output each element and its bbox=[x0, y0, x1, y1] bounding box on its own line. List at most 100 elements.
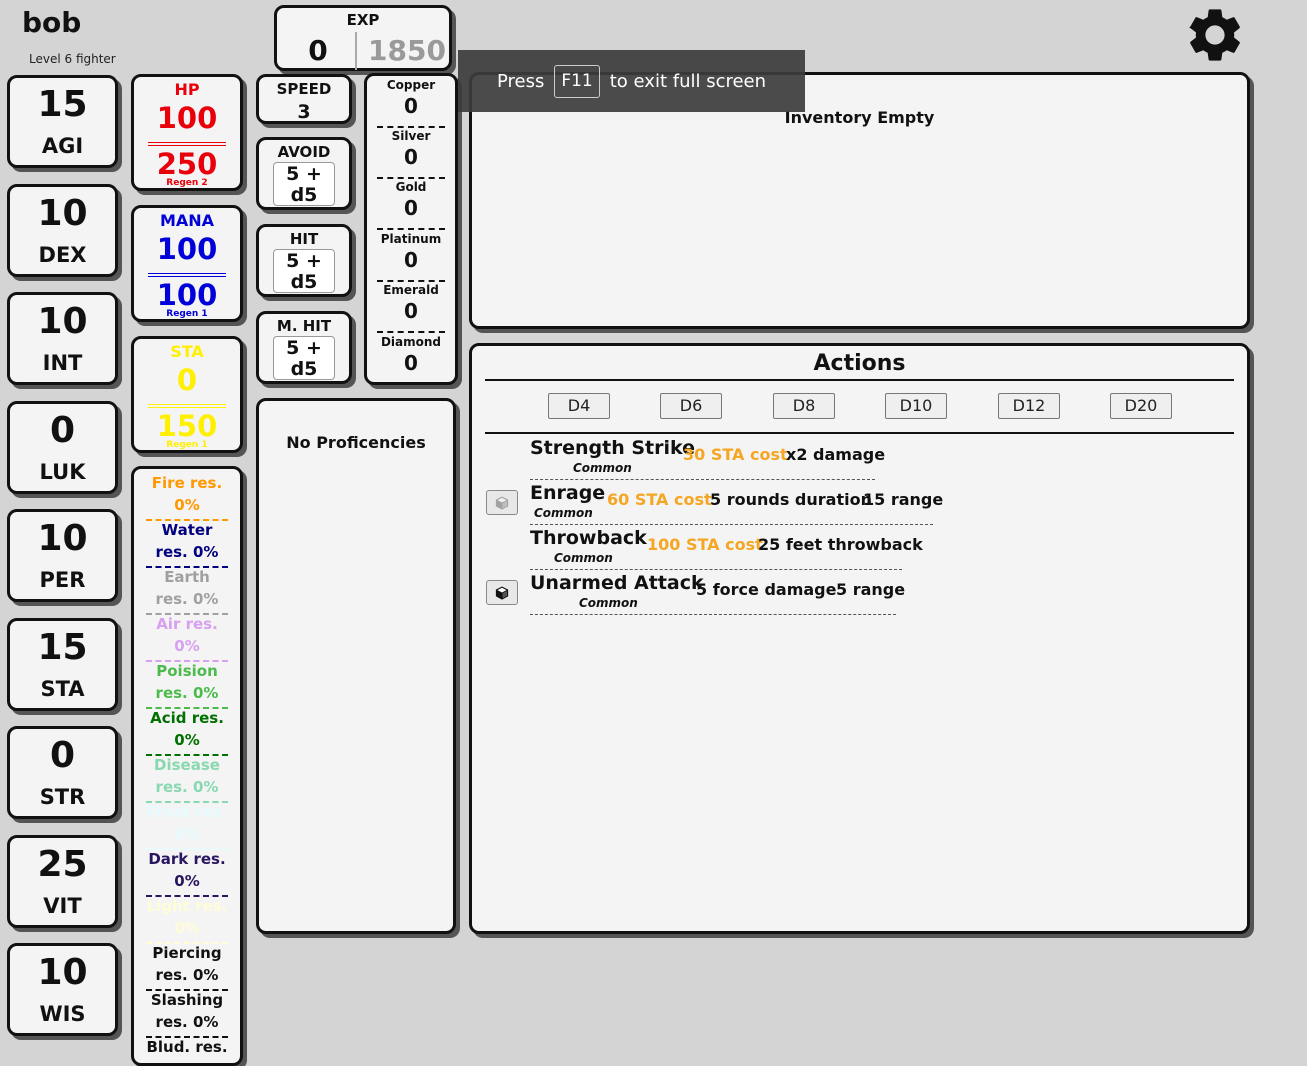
stat-sta[interactable]: 15 STA bbox=[7, 618, 118, 711]
mana-divider bbox=[148, 276, 226, 277]
action-throwback[interactable]: Throwback Common 100 STA cost 25 feet th… bbox=[530, 527, 923, 570]
currency-value: 0 bbox=[404, 145, 418, 169]
action-strength-strike[interactable]: Strength Strike Common 30 STA cost x2 da… bbox=[530, 437, 885, 480]
currency-name: Platinum bbox=[380, 232, 442, 246]
resistance-bludgeoning: Blud. res. 0% bbox=[146, 1036, 228, 1063]
hit-label: HIT bbox=[289, 230, 319, 248]
hp-max: 250 bbox=[156, 147, 218, 181]
speed-panel: SPEED 3 bbox=[256, 74, 352, 124]
resistance-water: Water res. 0% bbox=[146, 519, 228, 568]
hp-label: HP bbox=[174, 80, 200, 99]
character-name: bob bbox=[22, 6, 82, 39]
settings-gear-icon[interactable] bbox=[1183, 3, 1247, 67]
resistance-light: Light res. 0% bbox=[146, 895, 228, 944]
sta-divider bbox=[148, 407, 226, 408]
mana-label: MANA bbox=[159, 211, 215, 230]
hp-current: 100 bbox=[156, 101, 218, 135]
dice-d12-button[interactable]: D12 bbox=[998, 393, 1060, 419]
action-rarity: Common bbox=[554, 551, 613, 565]
mana-divider bbox=[148, 273, 226, 274]
hp-divider bbox=[148, 145, 226, 146]
fullscreen-notice: Press F11 to exit full screen bbox=[458, 50, 805, 112]
currency-value: 0 bbox=[404, 248, 418, 272]
dice-cube-icon bbox=[495, 495, 509, 510]
dice-d4-button[interactable]: D4 bbox=[548, 393, 610, 419]
hit-roll-button[interactable]: 5 + d5 bbox=[273, 249, 335, 293]
resistance-dark: Dark res. 0% bbox=[146, 848, 228, 897]
currency-name: Copper bbox=[386, 78, 436, 92]
actions-title-rule bbox=[485, 379, 1234, 381]
stat-agi[interactable]: 15 AGI bbox=[7, 75, 118, 168]
dice-d10-button[interactable]: D10 bbox=[885, 393, 947, 419]
stat-value: 10 bbox=[37, 518, 88, 559]
stat-value: 0 bbox=[49, 735, 76, 776]
action-effect: 25 feet throwback bbox=[758, 535, 923, 554]
enrage-roll-button[interactable] bbox=[486, 490, 518, 515]
action-name: Throwback bbox=[530, 527, 647, 549]
stat-per[interactable]: 10 PER bbox=[7, 509, 118, 602]
dice-d8-button[interactable]: D8 bbox=[773, 393, 835, 419]
action-cost: 60 STA cost bbox=[607, 490, 712, 509]
currency-emerald: Emerald 0 bbox=[377, 281, 445, 333]
avoid-die: d5 bbox=[290, 184, 318, 206]
fullscreen-press: Press bbox=[496, 70, 545, 92]
mana-panel[interactable]: MANA 100 100 Regen 1 bbox=[131, 205, 243, 322]
action-rarity: Common bbox=[534, 506, 593, 520]
stat-label: INT bbox=[42, 351, 83, 375]
stat-int[interactable]: 10 INT bbox=[7, 292, 118, 385]
stat-label: LUK bbox=[39, 460, 86, 484]
stat-value: 25 bbox=[37, 844, 88, 885]
currency-name: Silver bbox=[391, 129, 431, 143]
stat-dex[interactable]: 10 DEX bbox=[7, 184, 118, 277]
mhit-roll-button[interactable]: 5 + d5 bbox=[273, 336, 335, 380]
stat-label: STR bbox=[39, 785, 86, 809]
actions-title: Actions bbox=[813, 351, 906, 376]
speed-label: SPEED bbox=[276, 80, 332, 98]
stat-value: 10 bbox=[37, 952, 88, 993]
sta-max: 150 bbox=[156, 409, 218, 443]
unarmed-attack-roll-button[interactable] bbox=[486, 580, 518, 605]
currency-name: Diamond bbox=[380, 335, 442, 349]
action-unarmed-attack[interactable]: Unarmed Attack Common 5 force damage 5 r… bbox=[530, 572, 905, 615]
resistance-slashing: Slashing res. 0% bbox=[146, 989, 228, 1038]
action-cost: 30 STA cost bbox=[683, 445, 788, 464]
exp-current: 0 bbox=[308, 34, 328, 67]
sta-divider bbox=[148, 404, 226, 405]
currency-value: 0 bbox=[404, 196, 418, 220]
hp-panel[interactable]: HP 100 250 Regen 2 bbox=[131, 74, 243, 191]
dice-rule bbox=[485, 432, 1234, 434]
mhit-panel: M. HIT 5 + d5 bbox=[256, 311, 352, 384]
currency-gold: Gold 0 bbox=[377, 178, 445, 230]
exp-divider bbox=[355, 32, 357, 70]
character-subtitle: Level 6 fighter bbox=[29, 52, 116, 66]
dice-d6-button[interactable]: D6 bbox=[660, 393, 722, 419]
stat-luk[interactable]: 0 LUK bbox=[7, 401, 118, 494]
speed-value: 3 bbox=[297, 101, 311, 123]
stat-label: VIT bbox=[43, 894, 82, 918]
currency-copper: Copper 0 bbox=[377, 76, 445, 128]
action-effect: 5 range bbox=[836, 580, 906, 599]
stat-value: 15 bbox=[37, 84, 88, 125]
resistances-panel: Fire res. 0% Water res. 0% Earth res. 0%… bbox=[131, 466, 243, 1066]
action-rarity: Common bbox=[573, 461, 632, 475]
stat-vit[interactable]: 25 VIT bbox=[7, 835, 118, 928]
stat-value: 0 bbox=[49, 410, 76, 451]
avoid-roll-button[interactable]: 5 + d5 bbox=[273, 162, 335, 206]
hp-regen: Regen 2 bbox=[166, 178, 208, 188]
hit-bonus: 5 + bbox=[286, 250, 322, 272]
sta-current: 0 bbox=[176, 363, 198, 397]
stat-label: PER bbox=[39, 568, 86, 592]
sta-panel[interactable]: STA 0 150 Regen 1 bbox=[131, 336, 243, 453]
resistance-disease: Disease res. 0% bbox=[146, 754, 228, 803]
exp-max: 1850 bbox=[368, 34, 446, 67]
dice-d20-button[interactable]: D20 bbox=[1110, 393, 1172, 419]
action-enrage[interactable]: Enrage Common 60 STA cost 5 rounds durat… bbox=[530, 482, 943, 525]
stat-str[interactable]: 0 STR bbox=[7, 726, 118, 819]
currency-value: 0 bbox=[404, 351, 418, 375]
exp-label: EXP bbox=[346, 11, 380, 29]
currency-value: 0 bbox=[404, 299, 418, 323]
stat-wis[interactable]: 10 WIS bbox=[7, 943, 118, 1036]
currency-value: 0 bbox=[404, 94, 418, 118]
proficiencies-panel: No Proficencies bbox=[256, 398, 456, 934]
currency-panel: Copper 0 Silver 0 Gold 0 Platinum 0 Emer… bbox=[364, 73, 458, 385]
